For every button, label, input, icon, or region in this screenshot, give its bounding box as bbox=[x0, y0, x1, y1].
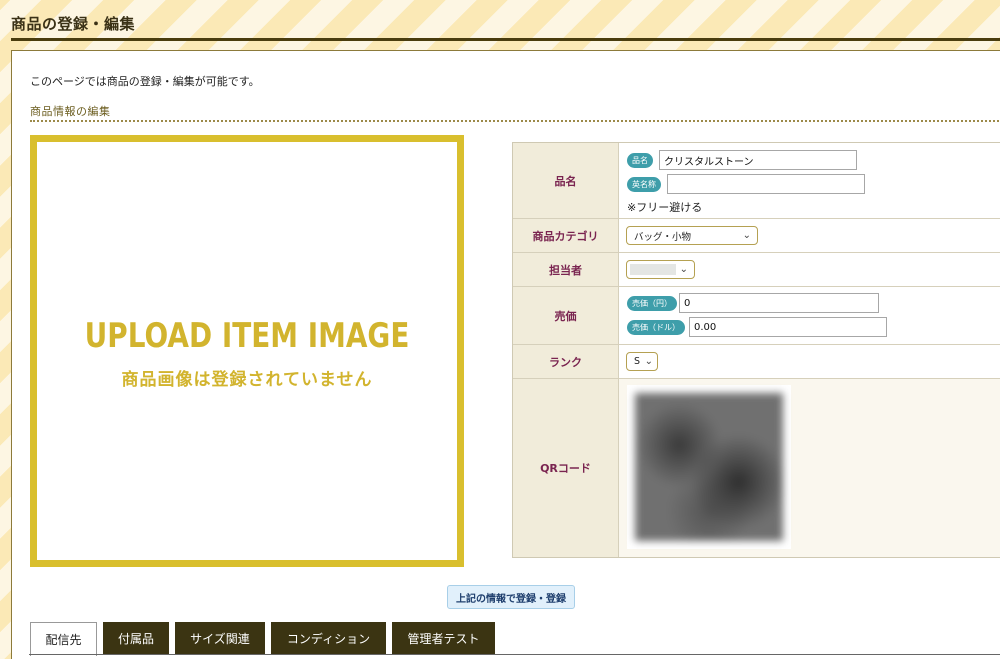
tab-accessories[interactable]: 付属品 bbox=[103, 622, 169, 655]
row-label-rank: ランク bbox=[513, 345, 619, 378]
qr-code-blurred bbox=[635, 393, 783, 541]
section-divider bbox=[30, 120, 1000, 122]
section-title: 商品情報の編集 bbox=[30, 105, 111, 118]
header-rule bbox=[11, 38, 1000, 41]
price-yen-input[interactable] bbox=[679, 293, 879, 313]
page-header: 商品の登録・編集 bbox=[0, 0, 1000, 41]
row-content-category: バッグ・小物 ⌄ bbox=[619, 219, 1000, 252]
rank-select[interactable]: S ⌄ bbox=[626, 352, 658, 371]
row-price: 売価 売価（円） 売価（ドル） bbox=[513, 287, 1000, 345]
price-usd-input[interactable] bbox=[689, 317, 887, 337]
price-usd-pill: 売価（ドル） bbox=[627, 320, 685, 335]
row-content-price: 売価（円） 売価（ドル） bbox=[619, 287, 1000, 344]
row-label-price: 売価 bbox=[513, 287, 619, 344]
category-selected-value: バッグ・小物 bbox=[634, 231, 692, 243]
person-select[interactable]: ⌄ bbox=[626, 260, 695, 279]
english-name-pill: 英名称 bbox=[627, 177, 661, 192]
tab-content-border bbox=[29, 654, 1000, 655]
row-content-person: ⌄ bbox=[619, 253, 1000, 286]
row-label-category: 商品カテゴリ bbox=[513, 219, 619, 252]
person-selected-placeholder bbox=[630, 264, 676, 275]
row-person: 担当者 ⌄ bbox=[513, 253, 1000, 287]
row-label-person: 担当者 bbox=[513, 253, 619, 286]
tab-bar: 配信先 付属品 サイズ関連 コンディション 管理者テスト bbox=[30, 622, 1000, 656]
chevron-down-icon: ⌄ bbox=[679, 264, 688, 275]
tab-delivery[interactable]: 配信先 bbox=[30, 622, 97, 656]
upload-sub-text: 商品画像は登録されていません bbox=[121, 370, 373, 390]
row-qr: QRコード bbox=[513, 379, 1000, 557]
tab-admin-test[interactable]: 管理者テスト bbox=[392, 622, 495, 655]
intro-text: このページでは商品の登録・編集が可能です。 bbox=[30, 75, 260, 88]
row-content-rank: S ⌄ bbox=[619, 345, 1000, 378]
price-yen-pill: 売価（円） bbox=[627, 296, 677, 311]
rank-selected-value: S bbox=[634, 356, 641, 367]
name-input[interactable] bbox=[659, 150, 857, 170]
category-select[interactable]: バッグ・小物 ⌄ bbox=[626, 226, 758, 245]
qr-code-image bbox=[627, 385, 791, 549]
row-name: 品名 品名 英名称 ※フリー避ける bbox=[513, 143, 1000, 219]
main-panel: このページでは商品の登録・編集が可能です。 商品情報の編集 UPLOAD ITE… bbox=[11, 50, 1000, 659]
name-note: ※フリー避ける bbox=[627, 201, 703, 214]
tab-condition[interactable]: コンディション bbox=[271, 622, 386, 655]
image-upload-area[interactable]: UPLOAD ITEM IMAGE 商品画像は登録されていません bbox=[30, 135, 464, 567]
submit-button[interactable]: 上記の情報で登録・登録 bbox=[447, 585, 575, 609]
row-label-name: 品名 bbox=[513, 143, 619, 218]
row-category: 商品カテゴリ バッグ・小物 ⌄ bbox=[513, 219, 1000, 253]
name-pill: 品名 bbox=[627, 153, 653, 168]
chevron-down-icon: ⌄ bbox=[644, 356, 653, 367]
row-content-qr bbox=[619, 379, 1000, 557]
row-rank: ランク S ⌄ bbox=[513, 345, 1000, 379]
row-label-qr: QRコード bbox=[513, 379, 619, 557]
tab-size[interactable]: サイズ関連 bbox=[175, 622, 265, 655]
english-name-input[interactable] bbox=[667, 174, 865, 194]
item-form-table: 品名 品名 英名称 ※フリー避ける 商品カテゴリ バッグ・小物 ⌄ 担当者 bbox=[512, 142, 1000, 558]
page-title: 商品の登録・編集 bbox=[11, 15, 136, 33]
row-content-name: 品名 英名称 ※フリー避ける bbox=[619, 143, 1000, 218]
upload-main-text: UPLOAD ITEM IMAGE bbox=[84, 316, 410, 356]
chevron-down-icon: ⌄ bbox=[742, 230, 751, 241]
